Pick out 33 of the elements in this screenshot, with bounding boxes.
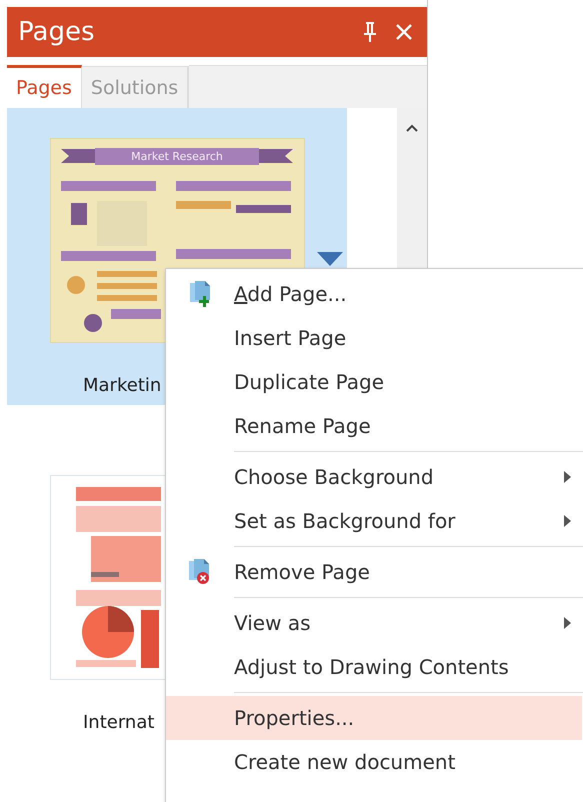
tab[interactable]: Pages [7,65,82,108]
pin-icon[interactable] [363,21,377,43]
menu-item-label: Add Page... [234,282,347,306]
menu-item[interactable]: View as [166,601,583,645]
ribbon-icon [61,147,96,165]
ribbon-icon [258,147,293,165]
page-name: Internat [83,712,154,733]
add-page-icon [189,280,211,308]
panel-title: Pages [18,17,94,47]
menu-item[interactable]: Properties... [166,696,582,740]
page-name: Marketin [83,375,162,396]
submenu-arrow-icon [564,515,571,527]
menu-item-label: Rename Page [234,414,371,438]
menu-item-label: Properties... [234,706,354,730]
menu-item[interactable]: Create new document [166,740,583,784]
menu-item[interactable]: Adjust to Drawing Contents [166,645,583,689]
menu-item-label: Insert Page [234,326,346,350]
menu-item-label: Remove Page [234,560,370,584]
remove-page-icon [188,558,212,586]
menu-item[interactable]: Set as Background for [166,499,583,543]
submenu-arrow-icon [564,617,571,629]
menu-item-label: Adjust to Drawing Contents [234,655,509,679]
menu-item[interactable]: Remove Page [166,550,583,594]
menu-item-label: Choose Background [234,465,434,489]
submenu-arrow-icon [564,471,571,483]
menu-item-label: Set as Background for [234,509,456,533]
menu-item[interactable]: Choose Background [166,455,583,499]
menu-item-label: View as [234,611,310,635]
menu-item[interactable]: Rename Page [166,404,583,448]
close-icon[interactable] [395,23,413,41]
dropdown-arrow-icon[interactable] [317,252,343,266]
thumbnail-title: Market Research [95,148,259,164]
menu-item-label: Create new document [234,750,456,774]
